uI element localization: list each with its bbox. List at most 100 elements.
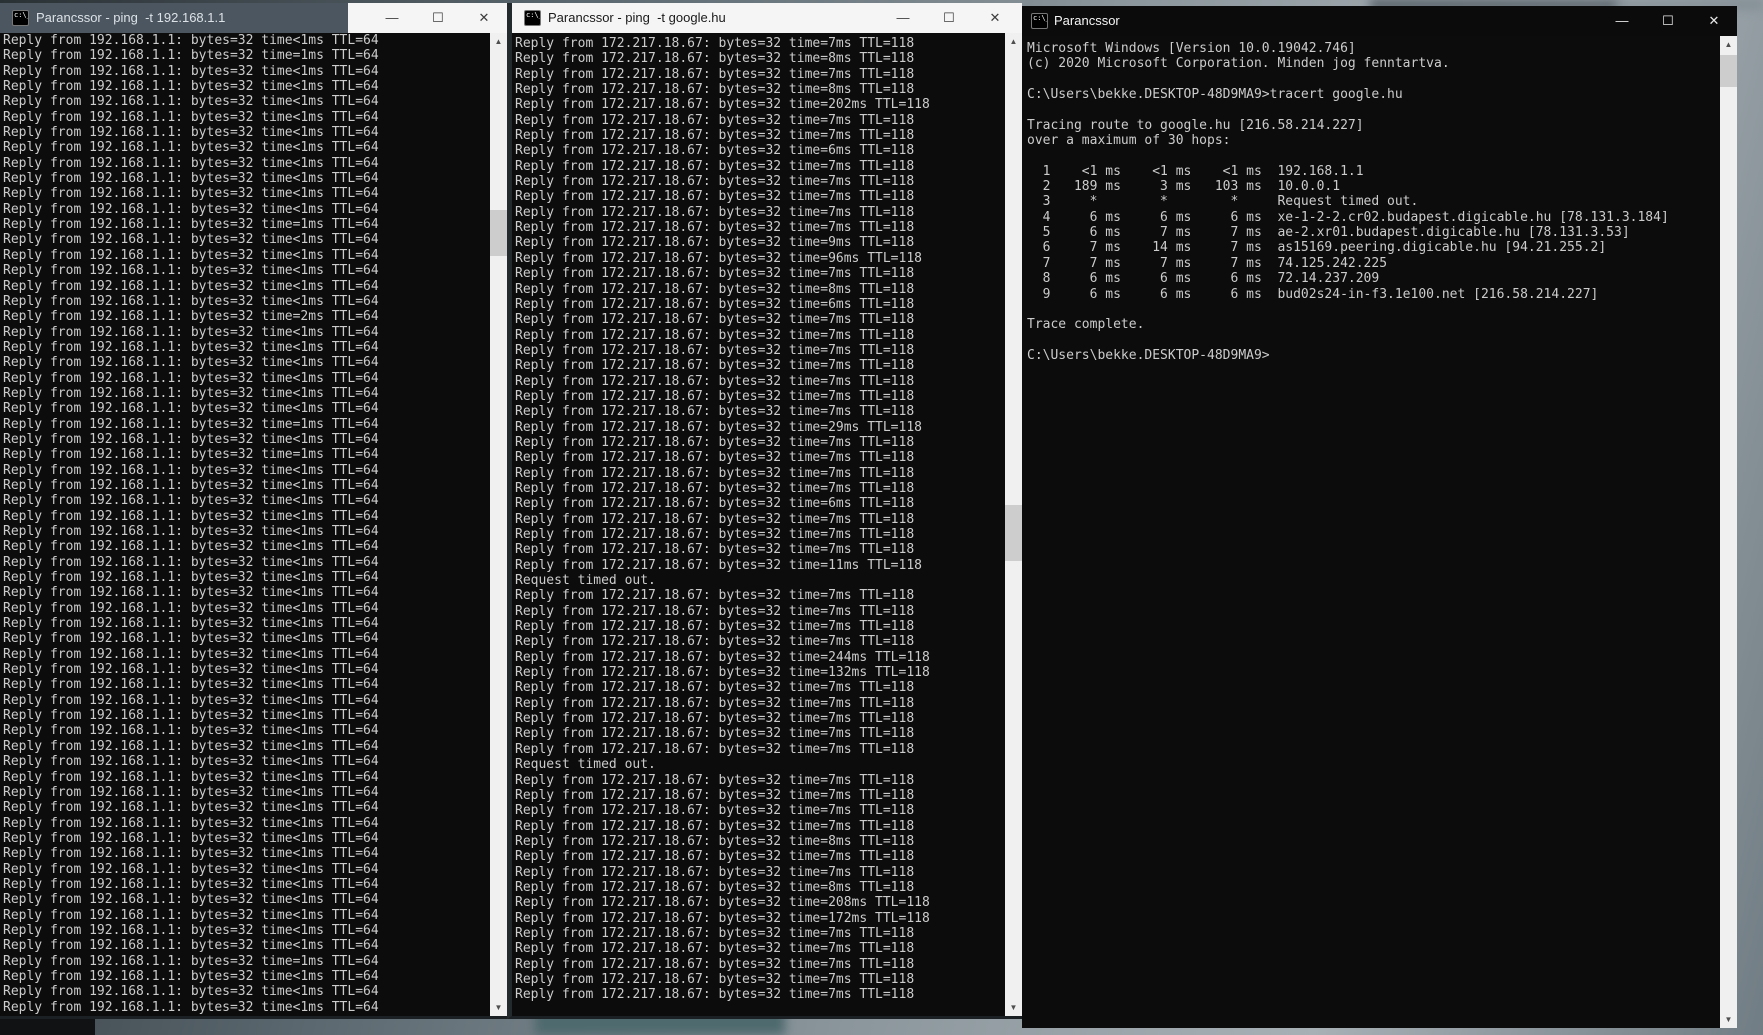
cmd-icon: c:\_ <box>1031 13 1048 29</box>
console-line: Reply from 192.168.1.1: bytes=32 time<1m… <box>3 922 379 938</box>
console-line: (c) 2020 Microsoft Corporation. Minden j… <box>1027 56 1450 72</box>
console-line: Reply from 172.217.18.67: bytes=32 time=… <box>515 527 915 542</box>
vertical-scrollbar[interactable]: ▲ ▼ <box>490 33 507 1016</box>
console-line: Reply from 172.217.18.67: bytes=32 time=… <box>515 388 915 404</box>
console-line: Reply from 192.168.1.1: bytes=32 time<1m… <box>3 984 379 1000</box>
console-output: Reply from 172.217.18.67: bytes=32 time=… <box>512 33 1022 1016</box>
console-line: Reply from 192.168.1.1: bytes=32 time<1m… <box>3 631 379 647</box>
console-line: Reply from 172.217.18.67: bytes=32 time=… <box>515 803 915 819</box>
console-line: Reply from 172.217.18.67: bytes=32 time=… <box>515 925 915 941</box>
console-line: Reply from 192.168.1.1: bytes=32 time=1m… <box>3 48 379 64</box>
console-line: Reply from 192.168.1.1: bytes=32 time<1m… <box>3 477 379 493</box>
console-line: Reply from 192.168.1.1: bytes=32 time<1m… <box>3 616 379 632</box>
console-line: Reply from 192.168.1.1: bytes=32 time<1m… <box>3 94 379 110</box>
console-line: Reply from 172.217.18.67: bytes=32 time=… <box>515 404 915 420</box>
console-line: Reply from 192.168.1.1: bytes=32 time<1m… <box>3 524 379 539</box>
console-line: Trace complete. <box>1027 317 1145 333</box>
console-line: Reply from 172.217.18.67: bytes=32 time=… <box>515 82 915 98</box>
vertical-scrollbar[interactable]: ▲ ▼ <box>1720 36 1737 1028</box>
console-line: Reply from 192.168.1.1: bytes=32 time<1m… <box>3 247 379 263</box>
console-line: Reply from 192.168.1.1: bytes=32 time=2m… <box>3 309 379 325</box>
console-line: Reply from 172.217.18.67: bytes=32 time=… <box>515 158 915 174</box>
scrollbar-thumb[interactable] <box>490 210 507 256</box>
console-line: Request timed out. <box>515 573 656 589</box>
console-line: Reply from 172.217.18.67: bytes=32 time=… <box>515 36 915 51</box>
console-line: Reply from 192.168.1.1: bytes=32 time<1m… <box>3 201 379 217</box>
scroll-up-icon[interactable]: ▲ <box>1005 33 1022 50</box>
window-title: Parancssor - ping -t 192.168.1.1 <box>36 10 226 25</box>
console-line: Reply from 172.217.18.67: bytes=32 time=… <box>515 496 915 512</box>
console-line: Reply from 192.168.1.1: bytes=32 time<1m… <box>3 155 379 171</box>
scroll-down-icon[interactable]: ▼ <box>490 999 507 1016</box>
console-line: Reply from 172.217.18.67: bytes=32 time=… <box>515 419 922 435</box>
console-line: Reply from 192.168.1.1: bytes=32 time<1m… <box>3 462 379 478</box>
scroll-down-icon[interactable]: ▼ <box>1005 999 1022 1016</box>
titlebar[interactable]: c:\_ Parancssor - ping -t 192.168.1.1 — … <box>0 3 507 33</box>
console-line: Reply from 172.217.18.67: bytes=32 time=… <box>515 434 915 450</box>
maximize-button[interactable]: ☐ <box>1645 6 1691 36</box>
console-line: Reply from 172.217.18.67: bytes=32 time=… <box>515 711 915 727</box>
console-line: Reply from 172.217.18.67: bytes=32 time=… <box>515 987 915 1003</box>
console-line: Reply from 172.217.18.67: bytes=32 time=… <box>515 557 922 573</box>
console-line: C:\Users\bekke.DESKTOP-48D9MA9>tracert g… <box>1027 87 1403 103</box>
scrollbar-thumb[interactable] <box>1720 55 1737 87</box>
console-line: Reply from 192.168.1.1: bytes=32 time<1m… <box>3 662 379 678</box>
console-line: Reply from 192.168.1.1: bytes=32 time<1m… <box>3 968 379 984</box>
maximize-button[interactable]: ☐ <box>926 3 972 33</box>
console-line: Reply from 192.168.1.1: bytes=32 time<1m… <box>3 830 379 846</box>
console-line: Reply from 192.168.1.1: bytes=32 time<1m… <box>3 677 379 693</box>
console-line: Reply from 172.217.18.67: bytes=32 time=… <box>515 250 922 266</box>
console-line: Reply from 172.217.18.67: bytes=32 time=… <box>515 879 915 895</box>
close-button[interactable]: ✕ <box>461 3 507 33</box>
console-line: Reply from 172.217.18.67: bytes=32 time=… <box>515 189 915 205</box>
console-line: Reply from 192.168.1.1: bytes=32 time<1m… <box>3 401 379 417</box>
console-line: Reply from 172.217.18.67: bytes=32 time=… <box>515 588 915 604</box>
scroll-down-icon[interactable]: ▼ <box>1720 1011 1737 1028</box>
console-output: Reply from 192.168.1.1: bytes=32 time<1m… <box>0 33 507 1016</box>
console-line: 9 6 ms 6 ms 6 ms bud02s24-in-f3.1e100.ne… <box>1027 286 1599 302</box>
console-line: Reply from 172.217.18.67: bytes=32 time=… <box>515 726 915 742</box>
console-line: Reply from 192.168.1.1: bytes=32 time<1m… <box>3 570 379 586</box>
titlebar[interactable]: c:\_ Parancssor — ☐ ✕ <box>1022 6 1737 36</box>
console-line: Reply from 172.217.18.67: bytes=32 time=… <box>515 864 915 880</box>
console-line: Reply from 192.168.1.1: bytes=32 time<1m… <box>3 370 379 386</box>
console-line: Reply from 192.168.1.1: bytes=32 time<1m… <box>3 600 379 616</box>
console-line: C:\Users\bekke.DESKTOP-48D9MA9> <box>1027 347 1270 363</box>
scroll-up-icon[interactable]: ▲ <box>490 33 507 50</box>
console-line: Reply from 172.217.18.67: bytes=32 time=… <box>515 941 915 957</box>
scroll-up-icon[interactable]: ▲ <box>1720 36 1737 53</box>
console-line: Reply from 192.168.1.1: bytes=32 time<1m… <box>3 815 379 831</box>
console-line: Reply from 172.217.18.67: bytes=32 time=… <box>515 342 915 358</box>
console-line: 4 6 ms 6 ms 6 ms xe-1-2-2.cr02.budapest.… <box>1027 209 1669 225</box>
cmd-icon: c:\_ <box>524 10 541 26</box>
vertical-scrollbar[interactable]: ▲ ▼ <box>1005 33 1022 1016</box>
console-line: Reply from 192.168.1.1: bytes=32 time<1m… <box>3 800 379 816</box>
close-button[interactable]: ✕ <box>972 3 1018 33</box>
console-line: Request timed out. <box>515 757 656 773</box>
console-line: Reply from 192.168.1.1: bytes=32 time<1m… <box>3 861 379 877</box>
console-line: Reply from 172.217.18.67: bytes=32 time=… <box>515 235 915 251</box>
cmd-window-ping-google-hu: c:\_ Parancssor - ping -t google.hu — ☐ … <box>507 3 1022 1019</box>
console-line: Reply from 172.217.18.67: bytes=32 time=… <box>515 971 915 987</box>
console-line: Reply from 172.217.18.67: bytes=32 time=… <box>515 772 915 788</box>
minimize-button[interactable]: — <box>369 3 415 33</box>
maximize-button[interactable]: ☐ <box>415 3 461 33</box>
console-line: Reply from 192.168.1.1: bytes=32 time<1m… <box>3 339 379 355</box>
console-line: Reply from 172.217.18.67: bytes=32 time=… <box>515 312 915 328</box>
console-line: 8 6 ms 6 ms 6 ms 72.14.237.209 <box>1027 271 1380 287</box>
console-line: 3 * * * Request timed out. <box>1027 194 1419 210</box>
console-line: Reply from 192.168.1.1: bytes=32 time<1m… <box>3 646 379 662</box>
console-line: Reply from 172.217.18.67: bytes=32 time=… <box>515 480 915 496</box>
console-line: Reply from 172.217.18.67: bytes=32 time=… <box>515 327 915 343</box>
console-line: Reply from 172.217.18.67: bytes=32 time=… <box>515 833 915 849</box>
scrollbar-thumb[interactable] <box>1005 505 1022 561</box>
console-line: Reply from 172.217.18.67: bytes=32 time=… <box>515 51 915 67</box>
console-line: Reply from 192.168.1.1: bytes=32 time<1m… <box>3 278 379 294</box>
titlebar[interactable]: c:\_ Parancssor - ping -t google.hu — ☐ … <box>512 3 1022 33</box>
close-button[interactable]: ✕ <box>1691 6 1737 36</box>
minimize-button[interactable]: — <box>1599 6 1645 36</box>
console-line: Reply from 192.168.1.1: bytes=32 time<1m… <box>3 692 379 708</box>
minimize-button[interactable]: — <box>880 3 926 33</box>
